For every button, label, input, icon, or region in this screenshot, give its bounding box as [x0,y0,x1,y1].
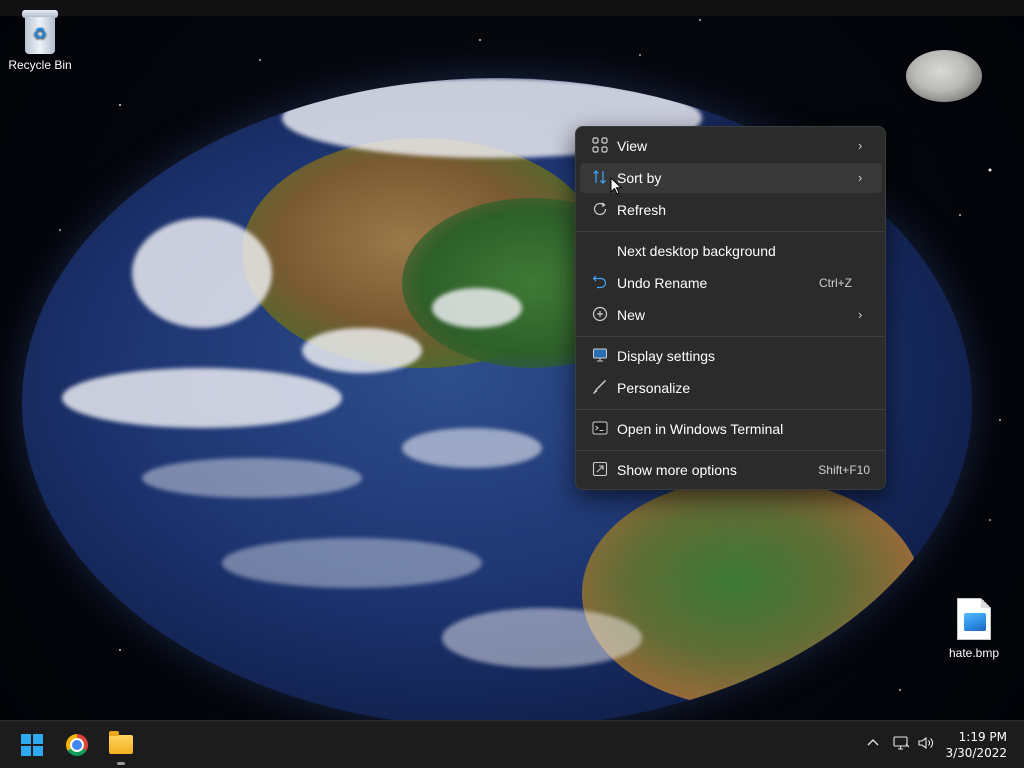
taskbar: 1:19 PM 3/30/2022 [0,720,1024,768]
desktop-icon-recycle-bin[interactable]: ♻ Recycle Bin [0,6,80,72]
volume-icon[interactable] [916,735,936,755]
menu-item-undo-rename[interactable]: Undo Rename Ctrl+Z [580,268,882,298]
moon [906,50,982,102]
menu-item-open-in-windows-terminal[interactable]: Open in Windows Terminal [580,414,882,444]
menu-item-show-more-options[interactable]: Show more options Shift+F10 [580,455,882,485]
menu-item-label: Undo Rename [617,275,708,291]
menu-item-view[interactable]: View › [580,131,882,161]
menu-separator [576,450,885,451]
menu-item-new[interactable]: New › [580,300,882,330]
more-options-icon [591,461,609,479]
taskbar-file-explorer-button[interactable] [101,725,141,765]
desktop-icon-label: Recycle Bin [8,58,72,72]
desktop-icon-label: hate.bmp [948,646,1000,660]
taskbar-chrome-button[interactable] [57,725,97,765]
menu-item-label: Next desktop background [617,243,776,259]
shortcut-text: Ctrl+Z [819,276,852,290]
menu-separator [576,231,885,232]
start-button[interactable] [12,725,52,765]
menu-item-refresh[interactable]: Refresh [580,195,882,225]
menu-item-display-settings[interactable]: Display settings [580,341,882,371]
menu-item-label: Sort by [617,170,662,186]
menu-item-label: Personalize [617,380,691,396]
menu-item-next-desktop-background[interactable]: Next desktop background [580,236,882,266]
clock-time: 1:19 PM [958,730,1007,744]
mouse-cursor-icon [610,177,622,195]
system-clock[interactable]: 1:19 PM 3/30/2022 [945,729,1007,761]
menu-item-label: New [617,307,646,323]
menu-separator [576,336,885,337]
refresh-icon [591,201,609,219]
chevron-right-icon: › [858,307,863,322]
menu-item-sort-by[interactable]: Sort by › [580,163,882,193]
grid-icon [591,137,609,155]
menu-item-label: Display settings [617,348,716,364]
chrome-icon [66,734,88,756]
desktop-icon-hate-bmp[interactable]: hate.bmp [934,596,1014,660]
display-icon [591,347,609,365]
menu-item-label: Open in Windows Terminal [617,421,784,437]
menu-separator [576,409,885,410]
plus-circle-icon [591,306,609,324]
file-explorer-icon [109,731,133,754]
brush-icon [591,379,609,397]
network-icon[interactable] [891,735,911,755]
menu-item-personalize[interactable]: Personalize [580,373,882,403]
menu-item-label: View [617,138,648,154]
recycle-bin-icon: ♻ [22,10,58,54]
clock-date: 3/30/2022 [945,746,1007,760]
menu-item-label: Refresh [617,202,667,218]
running-indicator [117,762,125,765]
chevron-right-icon: › [858,170,863,185]
chevron-right-icon: › [858,138,863,153]
shortcut-text: Shift+F10 [818,463,870,477]
menu-item-label: Show more options [617,462,737,478]
start-icon [21,734,43,756]
chevron-up-icon[interactable] [863,735,883,755]
undo-icon [591,274,609,292]
terminal-icon [591,420,609,438]
sort-icon [591,169,609,187]
image-file-icon [957,598,991,640]
